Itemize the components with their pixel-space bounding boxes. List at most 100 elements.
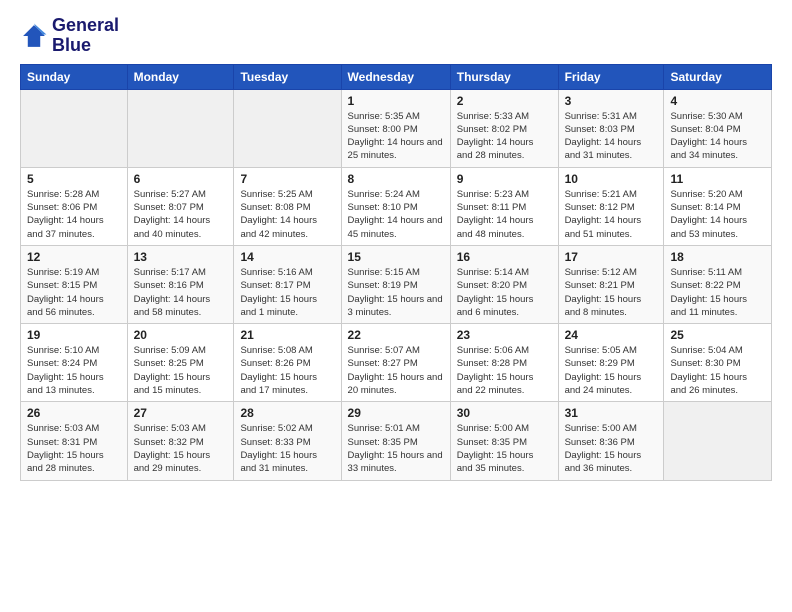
calendar-cell: 12 Sunrise: 5:19 AM Sunset: 8:15 PM Dayli… bbox=[21, 245, 128, 323]
cell-info: Sunrise: 5:23 AM Sunset: 8:11 PM Dayligh… bbox=[457, 188, 552, 241]
calendar-cell: 6Sunrise: 5:27 AM Sunset: 8:07 PM Daylig… bbox=[127, 167, 234, 245]
cell-info: Sunrise: 5:01 AM Sunset: 8:35 PM Dayligh… bbox=[348, 422, 444, 475]
weekday-header-thursday: Thursday bbox=[450, 64, 558, 89]
cell-info: Sunrise: 5:00 AM Sunset: 8:35 PM Dayligh… bbox=[457, 422, 552, 475]
cell-info: Sunrise: 5:20 AM Sunset: 8:14 PM Dayligh… bbox=[670, 188, 765, 241]
calendar-cell: 11Sunrise: 5:20 AM Sunset: 8:14 PM Dayli… bbox=[664, 167, 772, 245]
calendar-cell: 3 Sunrise: 5:31 AM Sunset: 8:03 PM Daylig… bbox=[558, 89, 664, 167]
calendar-cell: 19 Sunrise: 5:10 AM Sunset: 8:24 PM Dayli… bbox=[21, 324, 128, 402]
header: General Blue bbox=[20, 16, 772, 56]
day-number: 7 bbox=[240, 172, 334, 186]
cell-info: Sunrise: 5:24 AM Sunset: 8:10 PM Dayligh… bbox=[348, 188, 444, 241]
weekday-header-saturday: Saturday bbox=[664, 64, 772, 89]
day-number: 19 bbox=[27, 328, 121, 342]
calendar-cell: 22Sunrise: 5:07 AM Sunset: 8:27 PM Dayli… bbox=[341, 324, 450, 402]
cell-info: Sunrise: 5:06 AM Sunset: 8:28 PM Dayligh… bbox=[457, 344, 552, 397]
calendar-cell: 5 Sunrise: 5:28 AM Sunset: 8:06 PM Daylig… bbox=[21, 167, 128, 245]
calendar-cell: 1 Sunrise: 5:35 AM Sunset: 8:00 PM Daylig… bbox=[341, 89, 450, 167]
calendar-cell: 30Sunrise: 5:00 AM Sunset: 8:35 PM Dayli… bbox=[450, 402, 558, 480]
day-number: 26 bbox=[27, 406, 121, 420]
cell-info: Sunrise: 5:12 AM Sunset: 8:21 PM Dayligh… bbox=[565, 266, 658, 319]
calendar-cell: 15Sunrise: 5:15 AM Sunset: 8:19 PM Dayli… bbox=[341, 245, 450, 323]
cell-info: Sunrise: 5:21 AM Sunset: 8:12 PM Dayligh… bbox=[565, 188, 658, 241]
cell-info: Sunrise: 5:28 AM Sunset: 8:06 PM Dayligh… bbox=[27, 188, 121, 241]
cell-info: Sunrise: 5:08 AM Sunset: 8:26 PM Dayligh… bbox=[240, 344, 334, 397]
day-number: 5 bbox=[27, 172, 121, 186]
calendar-cell: 2 Sunrise: 5:33 AM Sunset: 8:02 PM Daylig… bbox=[450, 89, 558, 167]
calendar-cell bbox=[664, 402, 772, 480]
calendar-cell: 28Sunrise: 5:02 AM Sunset: 8:33 PM Dayli… bbox=[234, 402, 341, 480]
day-number: 9 bbox=[457, 172, 552, 186]
weekday-header-friday: Friday bbox=[558, 64, 664, 89]
calendar-cell: 21 Sunrise: 5:08 AM Sunset: 8:26 PM Dayli… bbox=[234, 324, 341, 402]
calendar-cell: 27 Sunrise: 5:03 AM Sunset: 8:32 PM Dayli… bbox=[127, 402, 234, 480]
weekday-header-tuesday: Tuesday bbox=[234, 64, 341, 89]
day-number: 10 bbox=[565, 172, 658, 186]
calendar-week-row: 1 Sunrise: 5:35 AM Sunset: 8:00 PM Daylig… bbox=[21, 89, 772, 167]
calendar-cell: 9 Sunrise: 5:23 AM Sunset: 8:11 PM Daylig… bbox=[450, 167, 558, 245]
cell-info: Sunrise: 5:19 AM Sunset: 8:15 PM Dayligh… bbox=[27, 266, 121, 319]
day-number: 20 bbox=[134, 328, 228, 342]
calendar-cell bbox=[21, 89, 128, 167]
calendar-cell: 25Sunrise: 5:04 AM Sunset: 8:30 PM Dayli… bbox=[664, 324, 772, 402]
calendar-cell bbox=[234, 89, 341, 167]
cell-info: Sunrise: 5:17 AM Sunset: 8:16 PM Dayligh… bbox=[134, 266, 228, 319]
calendar-cell: 31 Sunrise: 5:00 AM Sunset: 8:36 PM Dayli… bbox=[558, 402, 664, 480]
calendar-cell: 18Sunrise: 5:11 AM Sunset: 8:22 PM Dayli… bbox=[664, 245, 772, 323]
day-number: 27 bbox=[134, 406, 228, 420]
cell-info: Sunrise: 5:30 AM Sunset: 8:04 PM Dayligh… bbox=[670, 110, 765, 163]
day-number: 29 bbox=[348, 406, 444, 420]
day-number: 4 bbox=[670, 94, 765, 108]
day-number: 3 bbox=[565, 94, 658, 108]
calendar-week-row: 12 Sunrise: 5:19 AM Sunset: 8:15 PM Dayli… bbox=[21, 245, 772, 323]
calendar-cell: 7 Sunrise: 5:25 AM Sunset: 8:08 PM Daylig… bbox=[234, 167, 341, 245]
weekday-header-sunday: Sunday bbox=[21, 64, 128, 89]
logo: General Blue bbox=[20, 16, 119, 56]
calendar-cell: 4 Sunrise: 5:30 AM Sunset: 8:04 PM Daylig… bbox=[664, 89, 772, 167]
cell-info: Sunrise: 5:03 AM Sunset: 8:31 PM Dayligh… bbox=[27, 422, 121, 475]
cell-info: Sunrise: 5:03 AM Sunset: 8:32 PM Dayligh… bbox=[134, 422, 228, 475]
calendar-cell: 8 Sunrise: 5:24 AM Sunset: 8:10 PM Daylig… bbox=[341, 167, 450, 245]
cell-info: Sunrise: 5:14 AM Sunset: 8:20 PM Dayligh… bbox=[457, 266, 552, 319]
weekday-header-monday: Monday bbox=[127, 64, 234, 89]
cell-info: Sunrise: 5:27 AM Sunset: 8:07 PM Dayligh… bbox=[134, 188, 228, 241]
calendar-table: SundayMondayTuesdayWednesdayThursdayFrid… bbox=[20, 64, 772, 481]
day-number: 21 bbox=[240, 328, 334, 342]
day-number: 31 bbox=[565, 406, 658, 420]
calendar-cell: 20 Sunrise: 5:09 AM Sunset: 8:25 PM Dayli… bbox=[127, 324, 234, 402]
day-number: 23 bbox=[457, 328, 552, 342]
logo-icon bbox=[20, 22, 48, 50]
day-number: 16 bbox=[457, 250, 552, 264]
cell-info: Sunrise: 5:31 AM Sunset: 8:03 PM Dayligh… bbox=[565, 110, 658, 163]
calendar-cell: 10 Sunrise: 5:21 AM Sunset: 8:12 PM Dayli… bbox=[558, 167, 664, 245]
day-number: 2 bbox=[457, 94, 552, 108]
cell-info: Sunrise: 5:35 AM Sunset: 8:00 PM Dayligh… bbox=[348, 110, 444, 163]
calendar-cell: 13Sunrise: 5:17 AM Sunset: 8:16 PM Dayli… bbox=[127, 245, 234, 323]
cell-info: Sunrise: 5:09 AM Sunset: 8:25 PM Dayligh… bbox=[134, 344, 228, 397]
cell-info: Sunrise: 5:15 AM Sunset: 8:19 PM Dayligh… bbox=[348, 266, 444, 319]
cell-info: Sunrise: 5:07 AM Sunset: 8:27 PM Dayligh… bbox=[348, 344, 444, 397]
calendar-week-row: 19 Sunrise: 5:10 AM Sunset: 8:24 PM Dayli… bbox=[21, 324, 772, 402]
calendar-cell: 26 Sunrise: 5:03 AM Sunset: 8:31 PM Dayli… bbox=[21, 402, 128, 480]
calendar-cell: 29 Sunrise: 5:01 AM Sunset: 8:35 PM Dayli… bbox=[341, 402, 450, 480]
calendar-week-row: 5 Sunrise: 5:28 AM Sunset: 8:06 PM Daylig… bbox=[21, 167, 772, 245]
calendar-cell: 24Sunrise: 5:05 AM Sunset: 8:29 PM Dayli… bbox=[558, 324, 664, 402]
page: General Blue SundayMondayTuesdayWednesda… bbox=[0, 0, 792, 497]
cell-info: Sunrise: 5:10 AM Sunset: 8:24 PM Dayligh… bbox=[27, 344, 121, 397]
cell-info: Sunrise: 5:04 AM Sunset: 8:30 PM Dayligh… bbox=[670, 344, 765, 397]
cell-info: Sunrise: 5:33 AM Sunset: 8:02 PM Dayligh… bbox=[457, 110, 552, 163]
cell-info: Sunrise: 5:25 AM Sunset: 8:08 PM Dayligh… bbox=[240, 188, 334, 241]
day-number: 8 bbox=[348, 172, 444, 186]
calendar-cell bbox=[127, 89, 234, 167]
cell-info: Sunrise: 5:02 AM Sunset: 8:33 PM Dayligh… bbox=[240, 422, 334, 475]
logo-text: General Blue bbox=[52, 16, 119, 56]
day-number: 12 bbox=[27, 250, 121, 264]
calendar-cell: 23 Sunrise: 5:06 AM Sunset: 8:28 PM Dayli… bbox=[450, 324, 558, 402]
calendar-week-row: 26 Sunrise: 5:03 AM Sunset: 8:31 PM Dayli… bbox=[21, 402, 772, 480]
day-number: 1 bbox=[348, 94, 444, 108]
cell-info: Sunrise: 5:00 AM Sunset: 8:36 PM Dayligh… bbox=[565, 422, 658, 475]
day-number: 18 bbox=[670, 250, 765, 264]
cell-info: Sunrise: 5:05 AM Sunset: 8:29 PM Dayligh… bbox=[565, 344, 658, 397]
day-number: 14 bbox=[240, 250, 334, 264]
calendar-cell: 14Sunrise: 5:16 AM Sunset: 8:17 PM Dayli… bbox=[234, 245, 341, 323]
